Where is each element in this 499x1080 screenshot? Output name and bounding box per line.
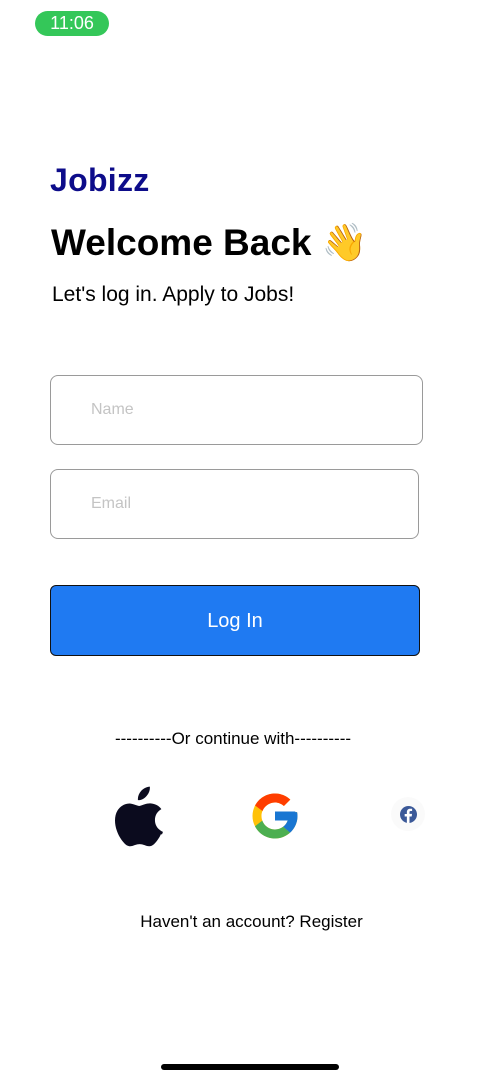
- page-subtitle: Let's log in. Apply to Jobs!: [52, 283, 295, 306]
- google-login-button[interactable]: [248, 789, 302, 843]
- status-time: 11:06: [35, 11, 109, 36]
- name-input[interactable]: [51, 376, 422, 444]
- login-screen: 11:06 Jobizz Welcome Back 👋 Let's log in…: [0, 0, 499, 1080]
- google-icon: [252, 793, 298, 839]
- apple-icon: [115, 786, 163, 847]
- home-indicator[interactable]: [161, 1064, 339, 1070]
- email-field[interactable]: [50, 469, 419, 539]
- brand-logo-text: Jobizz: [50, 162, 150, 198]
- continue-with-divider: ----------Or continue with----------: [114, 729, 352, 748]
- facebook-login-button[interactable]: [391, 797, 425, 831]
- register-link[interactable]: Haven't an account? Register: [0, 912, 499, 932]
- facebook-icon: [399, 805, 417, 823]
- page-title: Welcome Back 👋: [51, 222, 368, 263]
- login-button[interactable]: Log In: [50, 585, 420, 656]
- apple-login-button[interactable]: [115, 786, 167, 848]
- email-input[interactable]: [51, 470, 418, 538]
- name-field[interactable]: [50, 375, 423, 445]
